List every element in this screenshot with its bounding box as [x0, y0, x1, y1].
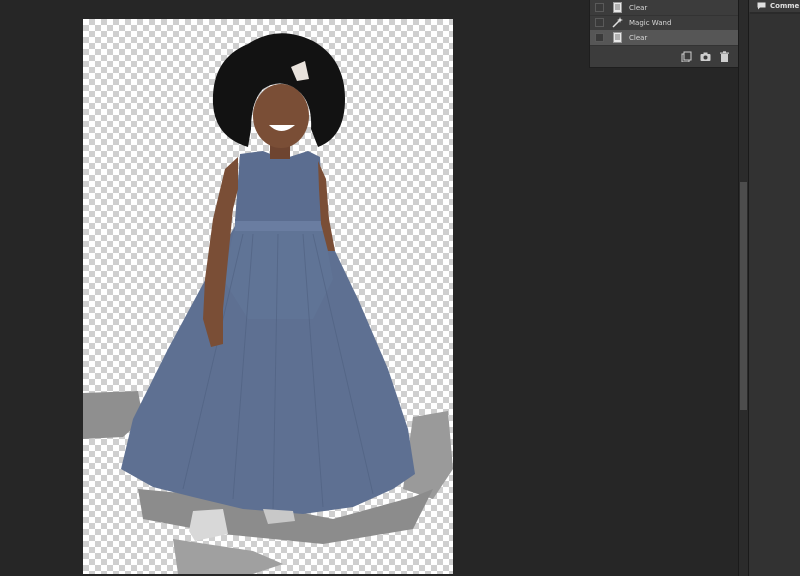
left-shoe	[189, 509, 228, 541]
history-item-label: Clear	[629, 33, 648, 42]
history-source-checkbox[interactable]	[595, 18, 604, 27]
history-item-selected[interactable]: Clear	[590, 30, 738, 46]
history-source-checkbox[interactable]	[595, 33, 604, 42]
history-footer	[590, 46, 748, 67]
history-item[interactable]: Magic Wand	[590, 15, 738, 31]
history-panel: Clear Magic Wand Clear ▼	[589, 0, 749, 68]
magic-wand-icon	[612, 17, 623, 28]
comment-icon	[757, 2, 766, 10]
document-canvas[interactable]	[83, 19, 453, 574]
right-panel: Comme	[748, 0, 800, 576]
history-item[interactable]: Clear	[590, 0, 738, 16]
comments-tab-label: Comme	[770, 2, 800, 10]
history-item-label: Clear	[629, 3, 648, 12]
dress-bodice	[235, 151, 323, 221]
comments-tab[interactable]: Comme	[749, 0, 800, 12]
scroll-thumb[interactable]	[740, 182, 747, 410]
history-item-label: Magic Wand	[629, 18, 672, 27]
camera-snapshot-icon[interactable]	[700, 51, 711, 62]
new-document-from-state-icon[interactable]	[681, 51, 692, 62]
workspace	[0, 0, 738, 576]
document-icon	[612, 2, 623, 13]
document-icon	[612, 32, 623, 43]
canvas-image	[83, 33, 453, 574]
face	[253, 84, 309, 148]
shadow-remnant-floor	[173, 539, 283, 574]
trash-icon[interactable]	[719, 51, 730, 62]
history-source-checkbox[interactable]	[595, 3, 604, 12]
divider	[750, 12, 800, 14]
